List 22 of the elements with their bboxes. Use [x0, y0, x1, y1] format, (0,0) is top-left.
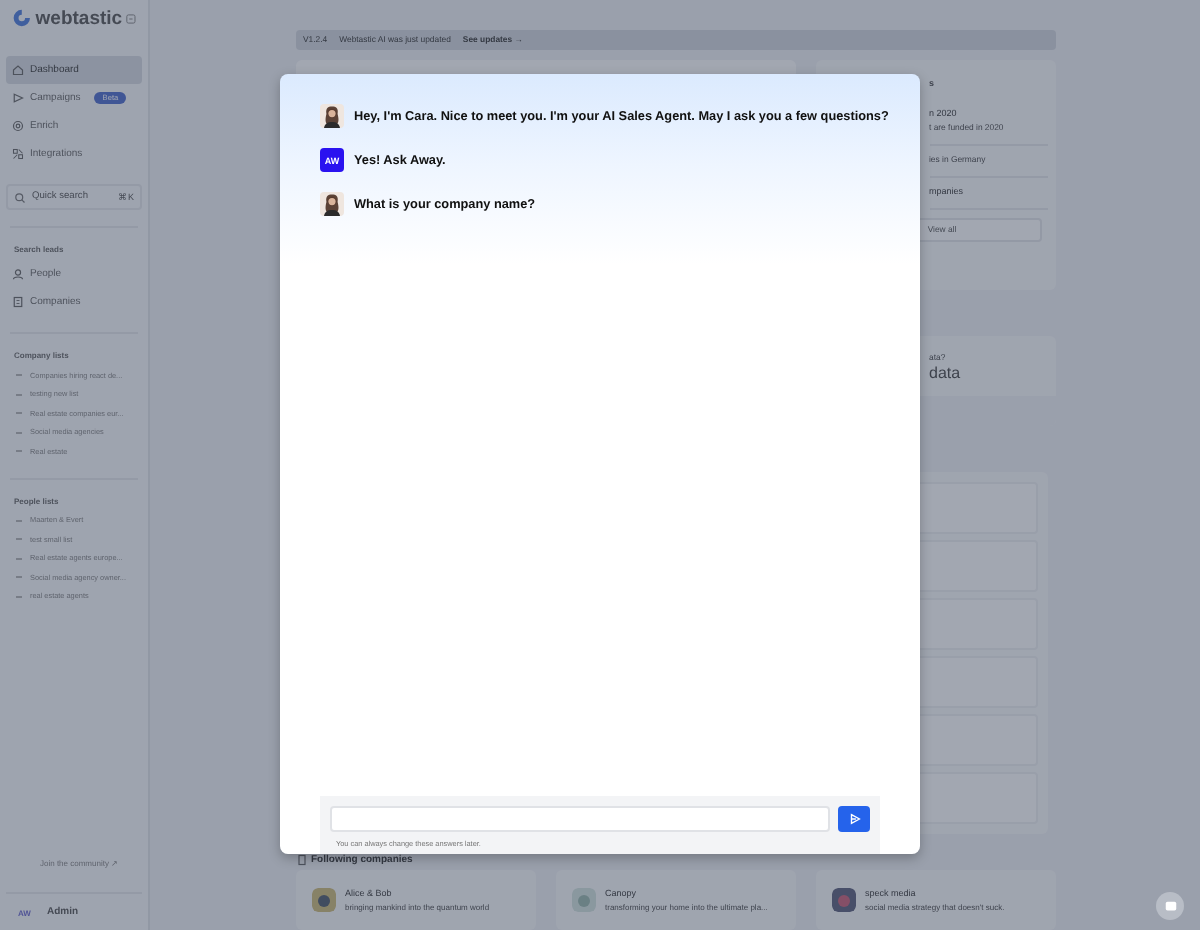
send-button[interactable]: [838, 806, 870, 832]
company-logo: [311, 888, 335, 912]
company-logo: [831, 888, 855, 912]
people-icon: [12, 268, 24, 280]
company-logo: [571, 888, 595, 912]
logo-icon: [12, 8, 32, 28]
building-icon: [295, 853, 307, 866]
home-icon: [12, 64, 24, 76]
chat-icon: [1163, 899, 1177, 913]
chat-button[interactable]: [1156, 892, 1184, 920]
avatar-icon: [320, 104, 344, 128]
send-icon: [847, 812, 861, 826]
target-icon: [12, 120, 24, 132]
logo-text: webtastic: [35, 7, 123, 29]
answer-field[interactable]: [330, 806, 830, 832]
toggle-icon[interactable]: [126, 13, 136, 23]
avatar-icon: [320, 192, 344, 216]
send-icon: [12, 92, 24, 104]
grid-icon: [12, 148, 24, 160]
building-icon: [12, 296, 24, 308]
search-icon: [14, 191, 26, 203]
card-value: data: [929, 363, 963, 382]
